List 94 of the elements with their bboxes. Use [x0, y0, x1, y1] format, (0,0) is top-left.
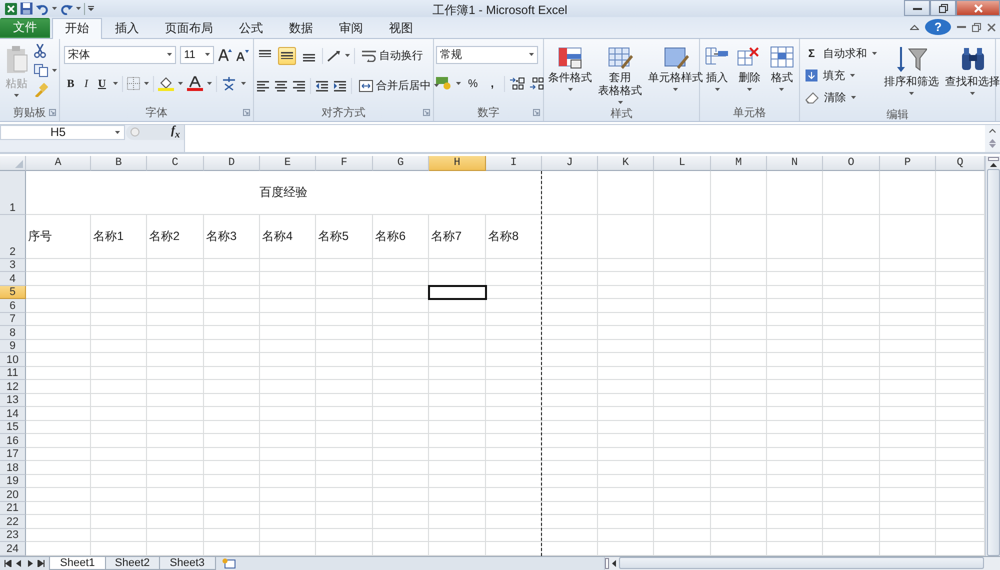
- merged-cell[interactable]: 百度经验: [26, 170, 542, 215]
- column-header[interactable]: J: [542, 156, 598, 171]
- row-header[interactable]: 23: [0, 528, 26, 542]
- table-cell[interactable]: 名称3: [204, 214, 260, 259]
- comma-style-button[interactable]: ,: [484, 74, 500, 94]
- cells-button[interactable]: 格式: [766, 42, 797, 106]
- row-header[interactable]: 16: [0, 434, 26, 448]
- fill-button[interactable]: 填充: [802, 66, 880, 86]
- ribbon-tab[interactable]: 开始: [52, 18, 102, 39]
- row-header[interactable]: 6: [0, 299, 26, 313]
- row-header[interactable]: 11: [0, 366, 26, 380]
- column-header[interactable]: L: [654, 156, 711, 171]
- column-header[interactable]: F: [316, 156, 373, 171]
- row-header[interactable]: 12: [0, 380, 26, 394]
- italic-button[interactable]: I: [81, 74, 92, 94]
- row-header[interactable]: 2: [0, 214, 26, 259]
- ribbon-tab[interactable]: 数据: [276, 18, 326, 38]
- column-header[interactable]: I: [486, 156, 542, 171]
- row-header[interactable]: 9: [0, 340, 26, 354]
- column-header[interactable]: A: [26, 156, 91, 171]
- wrap-text-button[interactable]: 自动换行: [359, 46, 426, 66]
- group-label: 对齐方式: [322, 106, 366, 119]
- row-header[interactable]: 5: [0, 286, 26, 300]
- row-header[interactable]: 14: [0, 407, 26, 421]
- row-header[interactable]: 21: [0, 502, 26, 516]
- row-header[interactable]: 20: [0, 488, 26, 502]
- insert-function-button[interactable]: f$_{x}$: [171, 123, 180, 141]
- sort-filter-button[interactable]: 排序和筛选: [882, 42, 941, 108]
- row-header[interactable]: 1: [0, 170, 26, 215]
- table-cell[interactable]: 序号: [26, 214, 91, 259]
- percent-button[interactable]: %: [465, 74, 481, 94]
- row-header[interactable]: 3: [0, 258, 26, 272]
- group-label: 单元格: [733, 106, 766, 119]
- autosum-button[interactable]: Σ 自动求和: [802, 44, 880, 64]
- column-header[interactable]: C: [147, 156, 204, 171]
- column-header[interactable]: N: [767, 156, 823, 171]
- column-header[interactable]: D: [204, 156, 260, 171]
- style-button[interactable]: 套用 表格格式: [596, 42, 644, 107]
- row-header[interactable]: 4: [0, 272, 26, 286]
- ribbon-tab[interactable]: 视图: [376, 18, 426, 38]
- row-header[interactable]: 18: [0, 461, 26, 475]
- style-button[interactable]: 单元格样式: [646, 42, 705, 107]
- column-header[interactable]: H: [429, 156, 486, 171]
- group-label: 剪贴板: [13, 106, 46, 119]
- cells-button[interactable]: 删除: [734, 42, 764, 106]
- ribbon-tab[interactable]: 公式: [226, 18, 276, 38]
- sheet-tab[interactable]: Sheet1: [49, 556, 106, 570]
- ribbon-tab[interactable]: 页面布局: [152, 18, 226, 38]
- column-header[interactable]: G: [373, 156, 429, 171]
- table-cell[interactable]: 名称4: [260, 214, 316, 259]
- find-select-button[interactable]: 查找和选择: [943, 42, 1000, 108]
- table-cell[interactable]: 名称6: [373, 214, 429, 259]
- sheet-tab[interactable]: Sheet2: [104, 556, 161, 570]
- table-cell[interactable]: 名称8: [486, 214, 542, 259]
- ribbon-tab[interactable]: 插入: [102, 18, 152, 38]
- column-header[interactable]: E: [260, 156, 316, 171]
- ribbon-tab[interactable]: 审阅: [326, 18, 376, 38]
- row-header[interactable]: 24: [0, 542, 26, 556]
- column-header[interactable]: M: [711, 156, 767, 171]
- group-label: 数字: [478, 106, 500, 119]
- row-header[interactable]: 8: [0, 326, 26, 340]
- column-header[interactable]: Q: [936, 156, 985, 171]
- column-header[interactable]: B: [91, 156, 147, 171]
- column-header[interactable]: K: [598, 156, 654, 171]
- column-header[interactable]: O: [823, 156, 880, 171]
- column-header[interactable]: P: [880, 156, 936, 171]
- table-cell[interactable]: 名称7: [429, 214, 486, 259]
- row-header[interactable]: 17: [0, 448, 26, 462]
- group-label: 编辑: [886, 108, 908, 121]
- number-format-field[interactable]: 常规: [436, 46, 538, 64]
- underline-button[interactable]: U: [95, 74, 109, 94]
- row-header[interactable]: 22: [0, 515, 26, 529]
- file-menu-tab[interactable]: 文件: [0, 18, 50, 38]
- table-cell[interactable]: 名称1: [91, 214, 147, 259]
- group-label: 样式: [610, 108, 632, 120]
- row-header[interactable]: 13: [0, 394, 26, 408]
- style-button[interactable]: 条件格式: [546, 42, 594, 107]
- group-label: 字体: [146, 106, 168, 119]
- row-header[interactable]: 19: [0, 474, 26, 488]
- bold-button[interactable]: B: [64, 74, 78, 94]
- font-size-field[interactable]: 11: [180, 46, 214, 64]
- table-cell[interactable]: 名称5: [316, 214, 373, 259]
- help-button[interactable]: ?: [925, 19, 951, 36]
- clear-button[interactable]: 清除: [802, 88, 880, 108]
- font-name-field[interactable]: 宋体: [64, 46, 176, 64]
- name-box[interactable]: H5: [0, 124, 125, 140]
- table-cell[interactable]: 名称2: [147, 214, 204, 259]
- row-header[interactable]: 7: [0, 312, 26, 326]
- row-header[interactable]: 10: [0, 353, 26, 367]
- sheet-tab[interactable]: Sheet3: [158, 556, 216, 570]
- cells-button[interactable]: 插入: [702, 42, 732, 106]
- row-header[interactable]: 15: [0, 420, 26, 434]
- merge-center-button[interactable]: 合并后居中: [356, 76, 442, 96]
- window-title: 工作簿1 - Microsoft Excel: [432, 3, 568, 17]
